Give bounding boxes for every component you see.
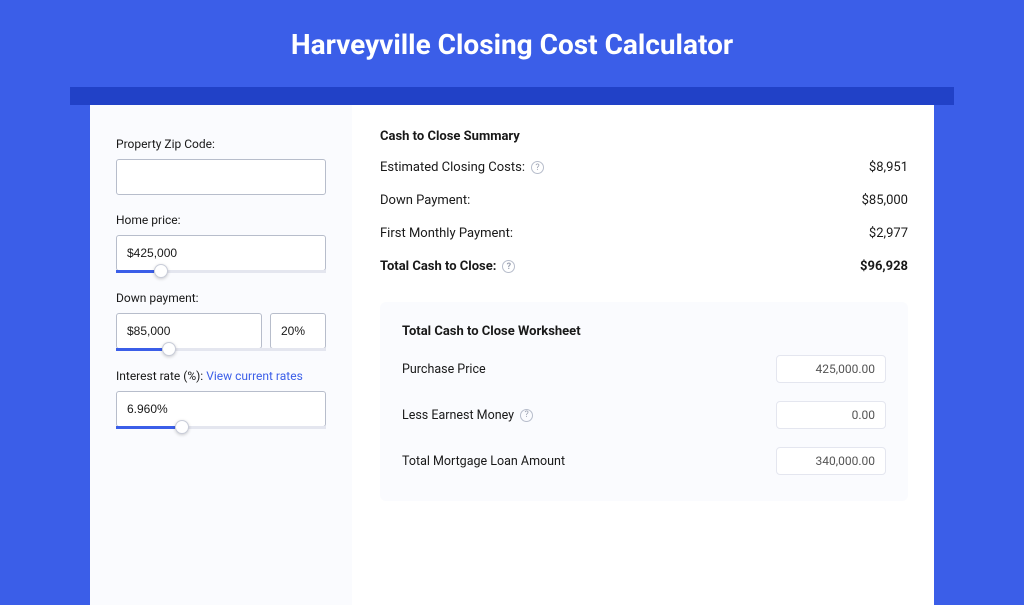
worksheet-label-text: Less Earnest Money	[402, 408, 514, 423]
summary-row-closing-costs: Estimated Closing Costs: ? $8,951	[380, 160, 908, 175]
slider-thumb[interactable]	[154, 264, 168, 278]
zip-field-group: Property Zip Code:	[116, 137, 326, 195]
help-icon[interactable]: ?	[502, 260, 515, 273]
zip-label: Property Zip Code:	[116, 137, 326, 151]
help-icon[interactable]: ?	[520, 409, 533, 422]
page-title: Harveyville Closing Cost Calculator	[0, 0, 1024, 87]
worksheet-value-box[interactable]: 0.00	[776, 401, 886, 429]
interest-slider[interactable]	[116, 426, 326, 429]
interest-input[interactable]	[116, 391, 326, 427]
worksheet-label-text: Purchase Price	[402, 362, 486, 377]
section-divider	[380, 292, 908, 298]
summary-value: $2,977	[869, 226, 908, 241]
worksheet-heading: Total Cash to Close Worksheet	[402, 324, 886, 339]
summary-label-text: Total Cash to Close:	[380, 259, 496, 274]
worksheet-label-text: Total Mortgage Loan Amount	[402, 454, 565, 469]
zip-input[interactable]	[116, 159, 326, 195]
worksheet-card: Total Cash to Close Worksheet Purchase P…	[380, 302, 908, 501]
home-price-input[interactable]	[116, 235, 326, 271]
slider-track-fill	[116, 348, 162, 351]
worksheet-value-box[interactable]: 425,000.00	[776, 355, 886, 383]
results-column: Cash to Close Summary Estimated Closing …	[352, 105, 934, 605]
down-payment-input[interactable]	[116, 313, 262, 349]
panel-shadow	[70, 87, 954, 105]
home-price-field-group: Home price:	[116, 213, 326, 273]
worksheet-row-earnest-money: Less Earnest Money ? 0.00	[402, 401, 886, 429]
interest-label: Interest rate (%): View current rates	[116, 369, 326, 383]
worksheet-row-mortgage-loan: Total Mortgage Loan Amount 340,000.00	[402, 447, 886, 475]
slider-track-fill	[116, 270, 154, 273]
summary-value: $96,928	[860, 259, 908, 274]
worksheet-row-purchase-price: Purchase Price 425,000.00	[402, 355, 886, 383]
home-price-slider[interactable]	[116, 270, 326, 273]
down-payment-pct-input[interactable]	[270, 313, 326, 349]
worksheet-value-box[interactable]: 340,000.00	[776, 447, 886, 475]
inputs-column: Property Zip Code: Home price: Down paym…	[90, 105, 352, 605]
summary-row-total: Total Cash to Close: ? $96,928	[380, 259, 908, 274]
slider-track-fill	[116, 426, 175, 429]
slider-thumb[interactable]	[162, 342, 176, 356]
view-rates-link[interactable]: View current rates	[206, 369, 303, 383]
summary-row-monthly-payment: First Monthly Payment: $2,977	[380, 226, 908, 241]
help-icon[interactable]: ?	[531, 161, 544, 174]
summary-label-text: First Monthly Payment:	[380, 226, 513, 241]
down-payment-field-group: Down payment:	[116, 291, 326, 351]
summary-value: $85,000	[862, 193, 908, 208]
interest-field-group: Interest rate (%): View current rates	[116, 369, 326, 429]
home-price-label: Home price:	[116, 213, 326, 227]
interest-label-text: Interest rate (%):	[116, 369, 206, 383]
summary-label-text: Down Payment:	[380, 193, 470, 208]
calculator-panel: Property Zip Code: Home price: Down paym…	[90, 105, 934, 605]
summary-row-down-payment: Down Payment: $85,000	[380, 193, 908, 208]
down-payment-label: Down payment:	[116, 291, 326, 305]
summary-heading: Cash to Close Summary	[380, 129, 908, 144]
slider-thumb[interactable]	[175, 420, 189, 434]
summary-label-text: Estimated Closing Costs:	[380, 160, 525, 175]
down-payment-slider[interactable]	[116, 348, 326, 351]
summary-value: $8,951	[869, 160, 908, 175]
